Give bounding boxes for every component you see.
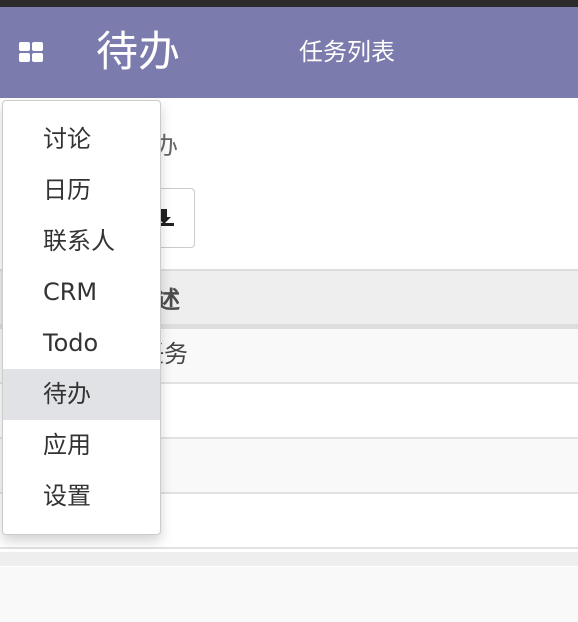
list-footer-bar xyxy=(0,552,578,566)
menu-item-crm[interactable]: CRM xyxy=(3,267,160,318)
menu-item-daiban[interactable]: 待办 xyxy=(3,369,160,420)
menu-item-calendar[interactable]: 日历 xyxy=(3,165,160,216)
app-switcher-menu: 讨论 日历 联系人 CRM Todo 待办 应用 设置 xyxy=(2,100,161,535)
menu-item-contacts[interactable]: 联系人 xyxy=(3,216,160,267)
apps-grid-cell xyxy=(19,53,30,62)
menu-item-settings[interactable]: 设置 xyxy=(3,471,160,522)
menu-item-discuss[interactable]: 讨论 xyxy=(3,114,160,165)
top-navbar: 待办 任务列表 xyxy=(0,7,578,98)
apps-grid-cell xyxy=(19,42,30,51)
apps-grid-icon[interactable] xyxy=(19,42,45,64)
menu-item-apps[interactable]: 应用 xyxy=(3,420,160,471)
apps-grid-cell xyxy=(32,42,43,51)
apps-grid-cell xyxy=(32,53,43,62)
menu-item-todo[interactable]: Todo xyxy=(3,318,160,369)
menu-task-list[interactable]: 任务列表 xyxy=(299,37,395,67)
app-brand-title: 待办 xyxy=(96,27,181,76)
window-top-strip xyxy=(0,0,578,7)
